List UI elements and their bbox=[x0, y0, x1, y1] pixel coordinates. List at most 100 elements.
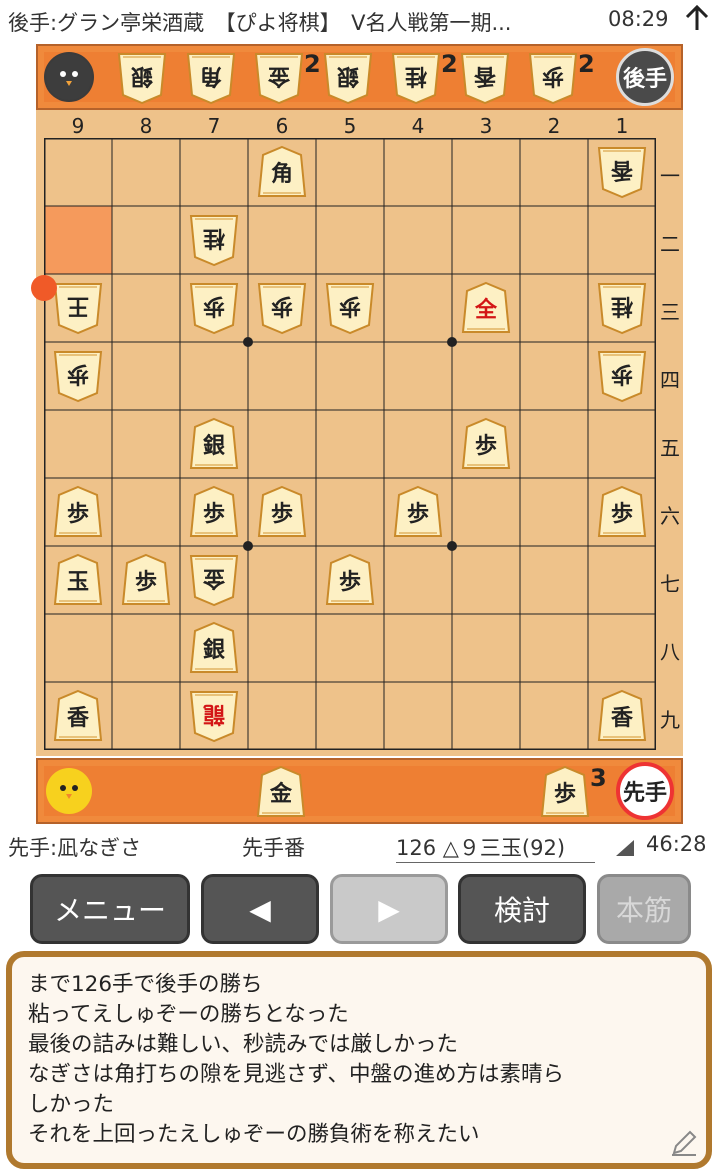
shogi-piece[interactable]: 角 bbox=[186, 51, 236, 105]
shogi-piece[interactable]: 歩 bbox=[53, 349, 103, 403]
sente-badge: 先手 bbox=[616, 762, 674, 820]
pencil-icon[interactable] bbox=[668, 1127, 700, 1163]
piece-label: 香 bbox=[66, 706, 89, 731]
comment-line: 最後の詰みは難しい、秒読みでは厳しかった bbox=[28, 1032, 459, 1057]
shogi-piece[interactable]: 歩 bbox=[325, 281, 375, 335]
rank-label: 二 bbox=[660, 232, 680, 256]
file-label: 9 bbox=[71, 114, 85, 138]
piece-label: 桂 bbox=[203, 225, 226, 250]
shogi-piece[interactable]: 香 bbox=[597, 145, 647, 199]
rank-label: 五 bbox=[660, 436, 680, 460]
file-label: 3 bbox=[479, 114, 493, 138]
board-lines bbox=[44, 138, 656, 750]
piece-label: 歩 bbox=[474, 434, 497, 459]
last-move-dot bbox=[31, 275, 57, 301]
dropdown-corner-icon[interactable] bbox=[612, 838, 636, 863]
piece-label: 銀 bbox=[336, 63, 359, 88]
mainline-button[interactable]: 本筋 bbox=[597, 874, 691, 944]
shogi-piece[interactable]: 香 bbox=[53, 689, 103, 743]
shogi-piece[interactable]: 歩 bbox=[461, 417, 511, 471]
star-point bbox=[243, 541, 253, 551]
shogi-piece[interactable]: 銀 bbox=[189, 417, 239, 471]
piece-label: 王 bbox=[67, 293, 90, 318]
shogi-piece[interactable]: 歩 bbox=[257, 281, 307, 335]
shogi-piece[interactable]: 銀 bbox=[323, 51, 373, 105]
piece-label: 歩 bbox=[66, 502, 89, 527]
shogi-piece[interactable]: 桂 bbox=[189, 213, 239, 267]
shogi-piece[interactable]: 歩 bbox=[597, 349, 647, 403]
piece-label: 歩 bbox=[202, 502, 225, 527]
piece-label: 龍 bbox=[203, 701, 226, 726]
game-title: 後手:グラン亭栄酒蔵 【ぴよ将棋】 V名人戦第一期... bbox=[8, 11, 512, 35]
piece-label: 角 bbox=[199, 63, 222, 88]
comment-line: まで126手で後手の勝ち bbox=[28, 972, 263, 997]
piece-label: 歩 bbox=[553, 782, 576, 807]
piece-label: 香 bbox=[611, 157, 634, 182]
current-move: 126 △９三玉(92) bbox=[396, 836, 566, 860]
shogi-piece[interactable]: 香 bbox=[597, 689, 647, 743]
shogi-piece[interactable]: 歩 bbox=[189, 485, 239, 539]
shogi-piece[interactable]: 銀 bbox=[117, 51, 167, 105]
shogi-piece[interactable]: 玉 bbox=[53, 553, 103, 607]
comment-box[interactable]: まで126手で後手の勝ち 粘ってえしゅぞーの勝ちとなった 最後の詰みは難しい、秒… bbox=[6, 951, 712, 1169]
shogi-piece[interactable]: 歩 bbox=[393, 485, 443, 539]
shogi-board: 987654321 一二三四五六七八九 角香桂王歩歩歩全桂歩歩銀歩歩歩歩歩歩玉歩… bbox=[31, 110, 683, 756]
piece-label: 銀 bbox=[202, 434, 225, 459]
piece-label: 歩 bbox=[134, 570, 157, 595]
shogi-piece[interactable]: 歩 bbox=[121, 553, 171, 607]
shogi-piece[interactable]: 歩 bbox=[257, 485, 307, 539]
hand-piece-count: 2 bbox=[441, 50, 458, 78]
board-grid[interactable]: 角香桂王歩歩歩全桂歩歩銀歩歩歩歩歩歩玉歩金歩銀香龍香 bbox=[31, 138, 656, 750]
shogi-piece[interactable]: 金 bbox=[256, 765, 306, 819]
shogi-piece[interactable]: 歩 bbox=[528, 51, 578, 105]
shogi-piece[interactable]: 桂 bbox=[597, 281, 647, 335]
shogi-piece[interactable]: 歩 bbox=[540, 765, 590, 819]
arrow-up-icon[interactable] bbox=[684, 4, 710, 37]
piece-label: 香 bbox=[473, 63, 496, 88]
hand-piece-count: 3 bbox=[590, 764, 607, 792]
shogi-piece[interactable]: 歩 bbox=[189, 281, 239, 335]
next-move-button[interactable]: ▶ bbox=[330, 874, 448, 944]
star-point bbox=[243, 337, 253, 347]
shogi-piece[interactable]: 歩 bbox=[53, 485, 103, 539]
hand-piece-count: 2 bbox=[304, 50, 321, 78]
shogi-piece[interactable]: 金 bbox=[254, 51, 304, 105]
rank-label: 三 bbox=[660, 300, 680, 324]
shogi-piece[interactable]: 龍 bbox=[189, 689, 239, 743]
piece-label: 金 bbox=[203, 565, 226, 590]
piece-label: 銀 bbox=[202, 638, 225, 663]
turn-indicator: 先手番 bbox=[242, 836, 305, 860]
shogi-piece[interactable]: 全 bbox=[461, 281, 511, 335]
shogi-piece[interactable]: 角 bbox=[257, 145, 307, 199]
shogi-piece[interactable]: 金 bbox=[189, 553, 239, 607]
comment-line: しかった bbox=[28, 1092, 115, 1117]
shogi-piece[interactable]: 桂 bbox=[391, 51, 441, 105]
menu-button[interactable]: メニュー bbox=[30, 874, 190, 944]
piece-label: 歩 bbox=[542, 63, 565, 88]
gote-hand: 銀角金2銀桂2香歩2 後手 bbox=[36, 44, 683, 110]
piece-label: 角 bbox=[270, 162, 293, 187]
rank-label: 四 bbox=[660, 368, 680, 392]
status-bar: 後手:グラン亭栄酒蔵 【ぴよ将棋】 V名人戦第一期... 08:29 bbox=[0, 0, 720, 40]
shogi-piece[interactable]: 銀 bbox=[189, 621, 239, 675]
shogi-piece[interactable]: 香 bbox=[460, 51, 510, 105]
piece-label: 歩 bbox=[610, 502, 633, 527]
shogi-piece[interactable]: 歩 bbox=[325, 553, 375, 607]
shogi-piece[interactable]: 歩 bbox=[597, 485, 647, 539]
sente-avatar bbox=[44, 766, 94, 816]
game-clock: 46:28 bbox=[646, 832, 707, 856]
piece-label: 歩 bbox=[270, 502, 293, 527]
file-label: 4 bbox=[411, 114, 425, 138]
piece-label: 歩 bbox=[67, 361, 90, 386]
gote-badge: 後手 bbox=[616, 48, 674, 106]
move-selector[interactable]: 126 △９三玉(92) bbox=[396, 832, 596, 863]
status-time: 08:29 bbox=[608, 7, 669, 31]
file-label: 8 bbox=[139, 114, 153, 138]
rank-label: 八 bbox=[660, 640, 680, 664]
rank-label: 七 bbox=[660, 572, 680, 596]
comment-line: なぎさは角打ちの隙を見逃さず、中盤の進め方は素晴ら bbox=[28, 1062, 564, 1087]
shogi-piece[interactable]: 王 bbox=[53, 281, 103, 335]
analyze-button[interactable]: 検討 bbox=[458, 874, 586, 944]
star-point bbox=[447, 337, 457, 347]
prev-move-button[interactable]: ◀ bbox=[201, 874, 319, 944]
